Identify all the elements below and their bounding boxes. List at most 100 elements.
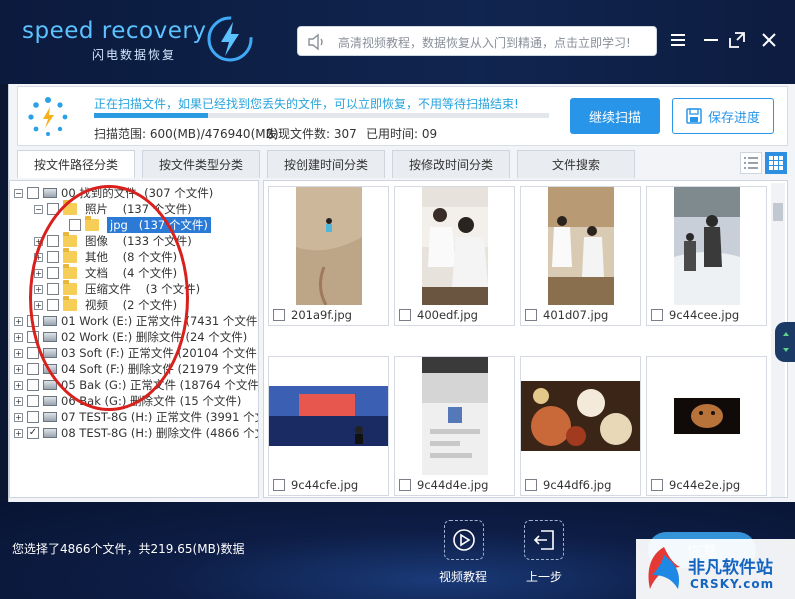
drive-icon: [43, 428, 57, 438]
watermark-title: 非凡软件站: [688, 558, 773, 578]
checkbox[interactable]: [27, 395, 39, 407]
file-thumbnail[interactable]: 9c44cee.jpg: [646, 186, 767, 326]
file-thumbnail[interactable]: 9c44e2e.jpg: [646, 356, 767, 496]
tree-node-label: 07 TEST-8G (H:) 正常文件 (3991 个文件): [61, 410, 258, 424]
file-thumbnail[interactable]: 9c44d4e.jpg: [394, 356, 515, 496]
collapse-icon[interactable]: −: [34, 204, 43, 214]
checkbox[interactable]: [27, 379, 39, 391]
elapsed-time-text: 已用时间: 09: [366, 127, 438, 141]
file-thumbnail[interactable]: 9c44df6.jpg: [520, 356, 641, 496]
photo-preview: [521, 187, 640, 305]
tree-node-count: (307 个文件): [144, 186, 214, 200]
app-logo-subtitle: 闪电数据恢复: [92, 48, 177, 62]
watermark-domain: CRSKY.com: [690, 577, 775, 591]
photo-preview: [395, 187, 514, 305]
expand-icon[interactable]: +: [14, 396, 23, 406]
file-name: 401d07.jpg: [543, 308, 609, 322]
lightning-logo-icon: [207, 16, 253, 62]
file-name: 9c44df6.jpg: [543, 478, 612, 492]
expand-icon[interactable]: +: [14, 380, 23, 390]
title-bar: speed recovery 闪电数据恢复 高清视频教程，数据恢复从入门到精通，…: [0, 0, 795, 84]
scanning-spinner-icon: [28, 97, 68, 136]
back-button[interactable]: [524, 520, 564, 560]
checkbox[interactable]: [525, 309, 537, 321]
photo-preview: [269, 357, 388, 475]
file-thumbnail[interactable]: 401d07.jpg: [520, 186, 641, 326]
scan-progress-fill: [94, 113, 208, 118]
tree-node-label: 08 TEST-8G (H:) 删除文件 (4866 个文件): [61, 426, 258, 440]
checkbox-checked[interactable]: ✓: [27, 427, 39, 439]
continue-scan-button[interactable]: 继续扫描: [570, 98, 660, 134]
expand-icon[interactable]: +: [14, 316, 23, 326]
tab-by-created-time[interactable]: 按创建时间分类: [267, 150, 385, 178]
menu-icon[interactable]: [664, 26, 692, 54]
expand-icon[interactable]: +: [14, 428, 23, 438]
close-icon[interactable]: [755, 26, 783, 54]
video-tutorial-button[interactable]: [444, 520, 484, 560]
photo-preview: [647, 187, 766, 305]
expand-icon[interactable]: +: [14, 364, 23, 374]
tab-by-type[interactable]: 按文件类型分类: [142, 150, 260, 178]
red-annotation-circle: [29, 185, 189, 411]
tree-node-drive[interactable]: + 07 TEST-8G (H:) 正常文件 (3991 个文件): [14, 409, 258, 425]
drive-icon: [43, 188, 57, 198]
watermark-logo-icon: [648, 547, 680, 589]
file-name: 400edf.jpg: [417, 308, 478, 322]
file-name: 201a9f.jpg: [291, 308, 352, 322]
expand-icon[interactable]: +: [14, 412, 23, 422]
expand-icon[interactable]: +: [14, 332, 23, 342]
file-thumbnail[interactable]: 201a9f.jpg: [268, 186, 389, 326]
checkbox[interactable]: [273, 479, 285, 491]
checkbox[interactable]: [399, 309, 411, 321]
checkbox[interactable]: [651, 309, 663, 321]
scan-progress-bar: [94, 113, 549, 118]
checkbox[interactable]: [273, 309, 285, 321]
found-count-text: 发现文件数: 307: [266, 127, 357, 141]
grid-view-icon[interactable]: [765, 152, 787, 174]
checkbox[interactable]: [27, 411, 39, 423]
checkbox[interactable]: [27, 363, 39, 375]
checkbox[interactable]: [651, 479, 663, 491]
photo-preview: [395, 357, 514, 475]
video-tutorial-label: 视频教程: [439, 570, 488, 584]
file-name: 9c44cfe.jpg: [291, 478, 359, 492]
file-name: 9c44d4e.jpg: [417, 478, 489, 492]
tab-by-modified-time[interactable]: 按修改时间分类: [392, 150, 510, 178]
save-progress-button[interactable]: 保存进度: [672, 98, 774, 134]
site-watermark: 非凡软件站 CRSKY.com: [636, 539, 795, 599]
tree-node-drive[interactable]: + ✓ 08 TEST-8G (H:) 删除文件 (4866 个文件): [14, 425, 258, 441]
scan-range-text: 扫描范围: 600(MB)/476940(MB): [94, 127, 279, 141]
speaker-icon: [308, 33, 323, 51]
scroll-toggle-icon[interactable]: [775, 322, 795, 362]
expand-icon[interactable]: +: [14, 348, 23, 358]
thumbnail-grid: 201a9f.jpg 400edf.jpg 401d07.jpg 9c44cee…: [263, 180, 788, 498]
app-logo-text: speed recovery: [22, 18, 207, 44]
collapse-icon[interactable]: −: [14, 188, 23, 198]
photo-preview: [647, 357, 766, 475]
save-icon: [686, 108, 702, 124]
file-name: 9c44e2e.jpg: [669, 478, 741, 492]
scrollbar-thumb[interactable]: [773, 203, 783, 221]
list-view-icon[interactable]: [740, 152, 762, 174]
tab-file-search[interactable]: 文件搜索: [517, 150, 635, 178]
back-arrow-icon: [533, 530, 554, 550]
drive-icon: [43, 396, 57, 406]
drive-icon: [43, 412, 57, 422]
selection-summary: 您选择了4866个文件，共219.65(MB)数据: [12, 542, 245, 556]
checkbox[interactable]: [399, 479, 411, 491]
maximize-icon[interactable]: [723, 26, 751, 54]
save-progress-label: 保存进度: [707, 110, 760, 126]
file-name: 9c44cee.jpg: [669, 308, 740, 322]
checkbox[interactable]: [525, 479, 537, 491]
minimize-icon[interactable]: [697, 26, 725, 54]
main-panel: 正在扫描文件，如果已经找到您丢失的文件，可以立即恢复，不用等待扫描结束! 扫描范…: [8, 84, 795, 502]
scan-status-panel: 正在扫描文件，如果已经找到您丢失的文件，可以立即恢复，不用等待扫描结束! 扫描范…: [17, 86, 788, 146]
file-thumbnail[interactable]: 400edf.jpg: [394, 186, 515, 326]
checkbox[interactable]: [27, 187, 39, 199]
tutorial-search-bar[interactable]: 高清视频教程，数据恢复从入门到精通，点击立即学习!: [297, 26, 657, 56]
file-thumbnail[interactable]: 9c44cfe.jpg: [268, 356, 389, 496]
photo-preview: [521, 357, 640, 475]
scan-status-text: 正在扫描文件，如果已经找到您丢失的文件，可以立即恢复，不用等待扫描结束!: [94, 97, 519, 111]
tutorial-promo-text: 高清视频教程，数据恢复从入门到精通，点击立即学习!: [338, 36, 631, 50]
tab-by-path[interactable]: 按文件路径分类: [17, 150, 135, 178]
